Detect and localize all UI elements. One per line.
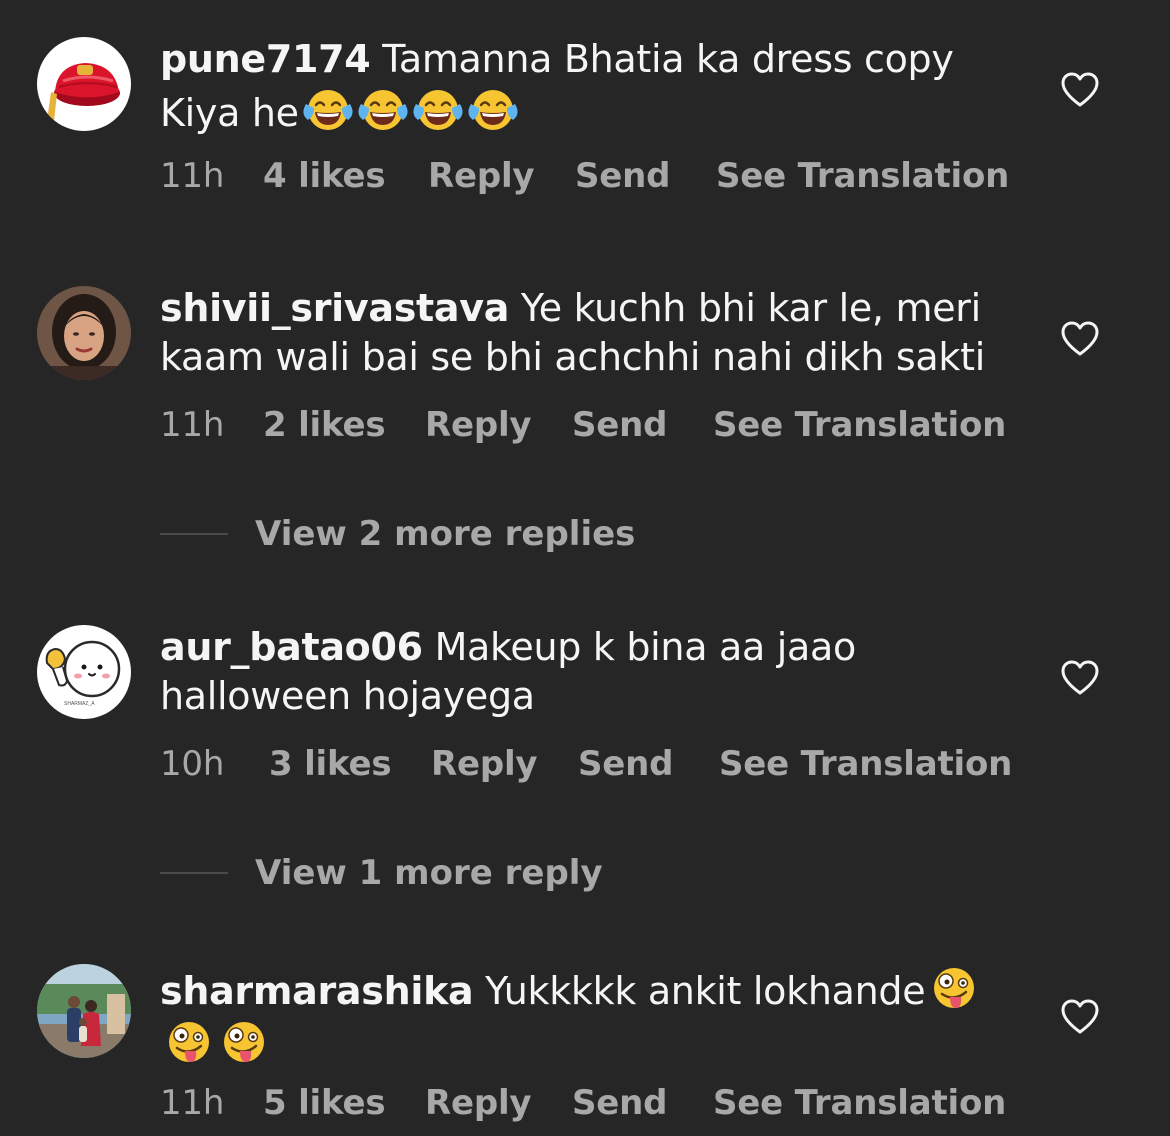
comment-actions: 11h 2 likes Reply Send See Translation — [160, 405, 1006, 445]
see-translation-button[interactable]: See Translation — [713, 1083, 1006, 1123]
zany-face-emoji — [163, 1016, 215, 1068]
send-button[interactable]: Send — [575, 156, 716, 196]
comment-timestamp: 11h — [160, 1083, 225, 1123]
view-more-label: View 2 more replies — [255, 514, 636, 554]
reply-button[interactable]: Reply — [425, 405, 572, 445]
zany-face-emoji — [928, 962, 980, 1014]
woman-portrait-avatar-image — [37, 286, 131, 380]
send-button[interactable]: Send — [578, 744, 719, 784]
comment-username[interactable]: sharmarashika — [160, 969, 474, 1013]
comment-username[interactable]: aur_batao06 — [160, 625, 423, 669]
emoji-group — [299, 91, 519, 135]
comment-timestamp: 11h — [160, 156, 225, 196]
face-with-tears-of-joy-emoji — [467, 84, 519, 136]
see-translation-button[interactable]: See Translation — [713, 405, 1006, 445]
likes-count[interactable]: 3 likes — [269, 744, 431, 784]
heart-outline-icon[interactable] — [1061, 660, 1099, 696]
comment-text: aur_batao06 Makeup k bina aa jaao hallow… — [160, 623, 1020, 721]
avatar[interactable]: SHARMAZ_A — [37, 625, 131, 719]
comment-text: shivii_srivastava Ye kuchh bhi kar le, m… — [160, 284, 1020, 382]
send-button[interactable]: Send — [572, 405, 713, 445]
comment-body: Yukkkkk ankit lokhande — [485, 969, 926, 1013]
heart-outline-icon[interactable] — [1061, 321, 1099, 357]
zany-face-emoji — [218, 1016, 270, 1068]
comment-username[interactable]: pune7174 — [160, 37, 371, 81]
likes-count[interactable]: 2 likes — [263, 405, 425, 445]
send-button[interactable]: Send — [572, 1083, 713, 1123]
face-with-tears-of-joy-emoji — [412, 84, 464, 136]
comment-text: pune7174 Tamanna Bhatia ka dress copy Ki… — [160, 35, 1020, 138]
comment-actions: 11h 4 likes Reply Send See Translation — [160, 156, 1009, 196]
view-more-replies-button[interactable]: View 1 more reply — [160, 853, 603, 893]
turban-avatar-image — [37, 37, 131, 131]
comment-timestamp: 11h — [160, 405, 225, 445]
see-translation-button[interactable]: See Translation — [716, 156, 1009, 196]
comment-actions: 11h 5 likes Reply Send See Translation — [160, 1083, 1006, 1123]
reply-thread-divider — [160, 532, 228, 535]
likes-count[interactable]: 4 likes — [263, 156, 428, 196]
view-more-label: View 1 more reply — [255, 853, 603, 893]
view-more-replies-button[interactable]: View 2 more replies — [160, 514, 635, 554]
avatar[interactable] — [37, 964, 131, 1058]
heart-outline-icon[interactable] — [1061, 72, 1099, 108]
face-with-tears-of-joy-emoji — [357, 84, 409, 136]
avatar-caption: SHARMAZ_A — [64, 701, 95, 707]
reply-button[interactable]: Reply — [425, 1083, 572, 1123]
face-with-tears-of-joy-emoji — [302, 84, 354, 136]
likes-count[interactable]: 5 likes — [263, 1083, 425, 1123]
avatar[interactable] — [37, 37, 131, 131]
comment-username[interactable]: shivii_srivastava — [160, 286, 509, 330]
comment-text: sharmarashika Yukkkkk ankit lokhande — [160, 962, 1020, 1070]
avatar[interactable] — [37, 286, 131, 380]
reply-button[interactable]: Reply — [428, 156, 575, 196]
comment-actions: 10h 3 likes Reply Send See Translation — [160, 744, 1012, 784]
reply-thread-divider — [160, 871, 228, 874]
reply-button[interactable]: Reply — [431, 744, 578, 784]
family-photo-avatar-image — [37, 964, 131, 1058]
heart-outline-icon[interactable] — [1061, 999, 1099, 1035]
see-translation-button[interactable]: See Translation — [719, 744, 1012, 784]
comment-timestamp: 10h — [160, 744, 225, 784]
